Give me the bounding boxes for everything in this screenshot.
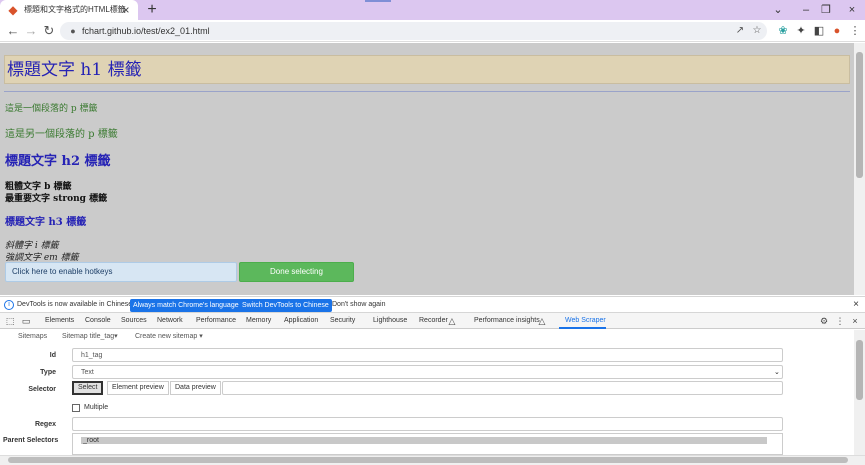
flask-icon: △ [448,316,456,326]
page-scrollbar-thumb[interactable] [856,52,863,178]
id-value: h1_tag [81,352,103,359]
device-toggle-icon[interactable]: ▭ [20,315,32,327]
done-selecting-button[interactable]: Done selecting [239,262,354,282]
parent-selector-option[interactable]: _root [81,437,767,444]
sitemaps-link[interactable]: Sitemaps [18,332,47,342]
select-button[interactable]: Select [72,381,104,395]
parent-selectors-label: Parent Selectors [3,437,59,444]
type-value: Text [81,369,94,376]
enable-hotkeys-field[interactable]: Click here to enable hotkeys [5,262,237,282]
h1-heading: 標題文字 h1 標籤 [7,60,142,80]
tab-lighthouse[interactable]: Lighthouse [373,316,407,326]
tab-performance-insights[interactable]: Performance insights [474,316,540,326]
paragraph-1: 這是一個段落的 p 標籤 [5,104,98,114]
browser-toolbar: ← → ↻ ● fchart.github.io/test/ex2_01.htm… [0,20,865,42]
regex-label: Regex [34,421,56,428]
maximize-icon[interactable]: ❐ [817,2,835,18]
close-tab-icon[interactable]: × [120,3,132,17]
tab-application[interactable]: Application [284,316,318,326]
more-options-icon[interactable]: ⋮ [834,315,846,327]
parent-selector-value: _root [83,437,99,444]
share-icon[interactable]: ↗ [733,24,747,38]
element-preview-button[interactable]: Element preview [107,381,169,395]
multiple-label: Multiple [84,404,109,411]
match-language-button[interactable]: Always match Chrome's language [130,299,242,312]
tab-console[interactable]: Console [85,316,111,326]
tab-title: 標題和文字格式的HTML標籤 [24,5,126,14]
extension-icon[interactable]: ❀ [775,23,791,39]
minimize-icon[interactable]: – [797,2,815,18]
switch-language-button[interactable]: Switch DevTools to Chinese [239,299,332,312]
tab-security[interactable]: Security [330,316,355,326]
data-preview-button[interactable]: Data preview [170,381,221,395]
type-select[interactable]: Text ⌄ [72,365,783,379]
tab-search-icon[interactable]: ⌄ [769,2,787,18]
type-label: Type [40,369,56,376]
id-label: Id [49,352,56,359]
forward-arrow-icon[interactable]: → [23,23,39,39]
bookmark-star-icon[interactable]: ☆ [750,24,764,38]
chevron-down-icon: ⌄ [774,369,780,376]
puzzle-icon[interactable]: ✦ [793,23,809,39]
sitemap-label: Sitemap title_tag [62,333,115,340]
reload-icon[interactable]: ↻ [41,23,57,39]
tab-network[interactable]: Network [157,316,183,326]
inspect-element-icon[interactable]: ⬚ [4,315,16,327]
info-icon: i [4,300,14,310]
close-window-icon[interactable]: × [843,2,861,18]
create-label: Create new sitemap [135,333,198,340]
strong-text: 最重要文字 strong 標籤 [5,194,108,204]
id-input[interactable]: h1_tag [72,348,783,362]
close-info-icon[interactable]: × [851,298,861,312]
tab-memory[interactable]: Memory [246,316,271,326]
tab-indicator [365,0,391,2]
tab-web-scraper[interactable]: Web Scraper [565,316,606,326]
hotkeys-label: Click here to enable hotkeys [12,267,113,276]
settings-gear-icon[interactable]: ⚙ [818,315,830,327]
side-panel-icon[interactable]: ◧ [811,23,827,39]
multiple-checkbox[interactable] [72,404,80,412]
browser-tab[interactable]: ◆ 標題和文字格式的HTML標籤 × [0,0,138,20]
info-message: DevTools is now available in Chinese! [17,301,135,308]
dont-show-again-link[interactable]: Don't show again [332,300,385,310]
selector-label: Selector [28,386,56,393]
selector-input[interactable] [222,381,783,395]
scraper-subnav: Sitemaps Sitemap title_tag▾ Create new s… [0,330,854,344]
regex-input[interactable] [72,417,783,431]
tab-strip: ◆ 標題和文字格式的HTML標籤 × + ⌄ – ❐ × [0,0,865,20]
new-tab-button[interactable]: + [144,1,160,19]
create-sitemap-dropdown[interactable]: Create new sitemap ▾ [135,332,203,342]
devtools-tab-bar: ⬚ ▭ Elements Console Sources Network Per… [0,313,865,329]
menu-kebab-icon[interactable]: ⋮ [847,23,863,39]
tab-performance[interactable]: Performance [196,316,236,326]
tab-elements[interactable]: Elements [45,316,74,326]
h3-heading: 標題文字 h3 標籤 [5,217,87,228]
address-bar[interactable]: ● fchart.github.io/test/ex2_01.html ↗ ☆ [60,22,767,40]
profile-icon[interactable]: ● [829,23,845,39]
active-tab-underline [559,327,606,329]
parent-selectors-list[interactable]: _root [72,433,783,455]
horizontal-scrollbar-thumb[interactable] [8,457,848,463]
html5-icon: ◆ [8,3,18,17]
lock-icon[interactable]: ● [68,25,78,37]
page-viewport: 標題文字 h1 標籤 這是一個段落的 p 標籤 這是另一個段落的 p 標籤 標題… [0,43,854,295]
close-devtools-icon[interactable]: × [849,315,861,327]
tab-sources[interactable]: Sources [121,316,147,326]
h1-block[interactable]: 標題文字 h1 標籤 [4,55,850,84]
tab-recorder[interactable]: Recorder [419,316,448,326]
devtools-info-bar: i DevTools is now available in Chinese! … [0,296,865,313]
devtools-scrollbar-thumb[interactable] [856,340,863,400]
horizontal-rule [4,91,850,92]
flask-icon: △ [538,316,546,326]
sitemap-dropdown[interactable]: Sitemap title_tag▾ [62,332,118,342]
h2-heading: 標題文字 h2 標籤 [5,154,111,169]
back-arrow-icon[interactable]: ← [5,23,21,39]
paragraph-2: 這是另一個段落的 p 標籤 [5,129,118,140]
url-text[interactable]: fchart.github.io/test/ex2_01.html [82,24,210,38]
